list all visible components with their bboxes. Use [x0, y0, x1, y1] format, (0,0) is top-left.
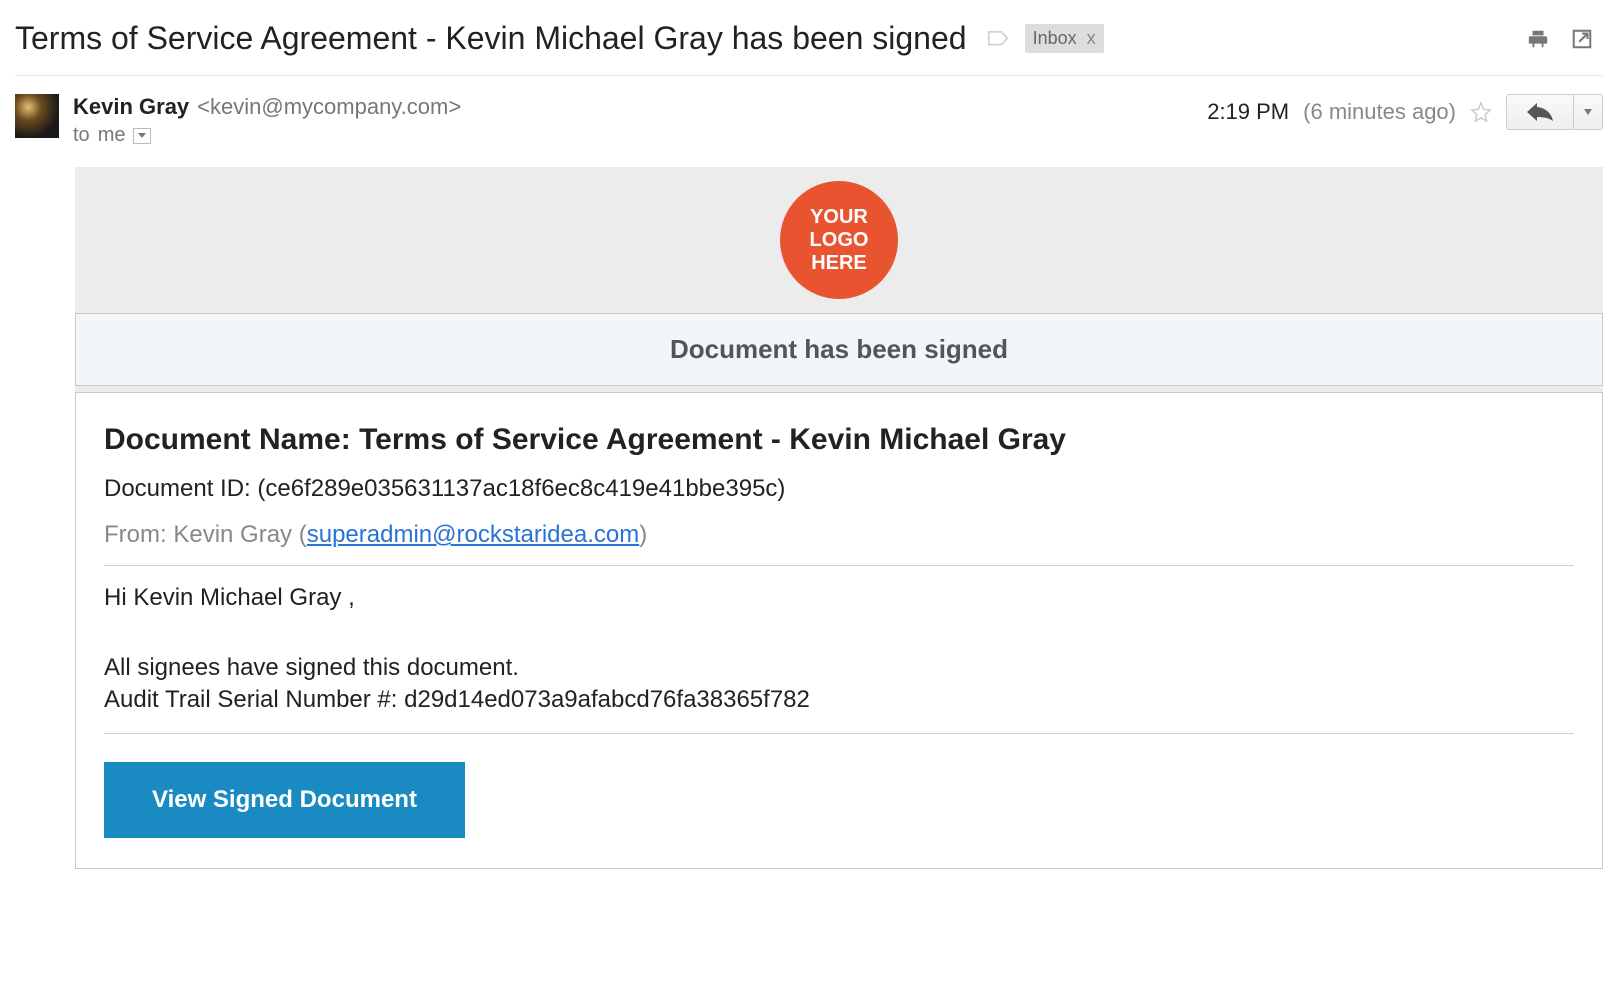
subject-row: Terms of Service Agreement - Kevin Micha… [15, 20, 1603, 76]
body-text: All signees have signed this document. A… [104, 652, 1574, 717]
sender-avatar[interactable] [15, 94, 59, 138]
audit-value: d29d14ed073a9afabcd76fa38365f782 [404, 686, 810, 713]
to-recipient: me [98, 124, 126, 147]
sender-email: <kevin@mycompany.com> [197, 94, 461, 120]
reply-button[interactable] [1507, 95, 1573, 129]
document-name-label: Document Name: [104, 423, 351, 456]
from-label: From: [104, 521, 167, 548]
sender-name[interactable]: Kevin Gray [73, 94, 189, 120]
star-icon[interactable] [1470, 101, 1492, 123]
audit-label: Audit Trail Serial Number #: [104, 686, 397, 713]
remove-label-icon[interactable]: x [1087, 28, 1096, 49]
document-box: Document Name: Terms of Service Agreemen… [75, 392, 1603, 869]
document-id-row: Document ID: (ce6f289e035631137ac18f6ec8… [104, 475, 1574, 503]
view-signed-document-button[interactable]: View Signed Document [104, 762, 465, 838]
email-subject: Terms of Service Agreement - Kevin Micha… [15, 20, 967, 57]
logo-placeholder: YOUR LOGO HERE [780, 181, 898, 299]
show-details-dropdown[interactable] [133, 128, 151, 144]
document-name-row: Document Name: Terms of Service Agreemen… [104, 423, 1574, 457]
logo-area: YOUR LOGO HERE [75, 167, 1603, 313]
logo-line1: YOUR [810, 206, 868, 228]
from-name: Kevin Gray [173, 521, 292, 548]
document-name-value: Terms of Service Agreement - Kevin Micha… [359, 423, 1066, 456]
from-row: From: Kevin Gray (superadmin@rockstaride… [104, 521, 1574, 549]
message-header: Kevin Gray <kevin@mycompany.com> to me 2… [15, 76, 1603, 147]
email-body: YOUR LOGO HERE Document has been signed … [75, 167, 1603, 869]
inbox-label-badge[interactable]: Inbox x [1025, 24, 1104, 53]
divider [104, 733, 1574, 734]
greeting: Hi Kevin Michael Gray , [104, 584, 1574, 612]
print-icon[interactable] [1527, 28, 1549, 50]
more-actions-dropdown[interactable] [1573, 95, 1602, 129]
divider [104, 565, 1574, 566]
message-time: 2:19 PM [1207, 99, 1289, 125]
to-prefix: to [73, 124, 90, 147]
document-id-label: Document ID: [104, 475, 251, 502]
inbox-label-text: Inbox [1033, 28, 1077, 49]
from-email-link[interactable]: superadmin@rockstaridea.com [307, 521, 640, 548]
logo-line3: HERE [811, 252, 867, 274]
open-new-window-icon[interactable] [1571, 28, 1593, 50]
signed-text: All signees have signed this document. [104, 654, 519, 681]
label-icon[interactable] [987, 30, 1009, 48]
logo-line2: LOGO [810, 229, 869, 251]
message-time-ago: (6 minutes ago) [1303, 99, 1456, 125]
signed-banner: Document has been signed [75, 313, 1603, 386]
document-id-value: (ce6f289e035631137ac18f6ec8c419e41bbe395… [257, 475, 785, 502]
reply-button-group [1506, 94, 1603, 130]
